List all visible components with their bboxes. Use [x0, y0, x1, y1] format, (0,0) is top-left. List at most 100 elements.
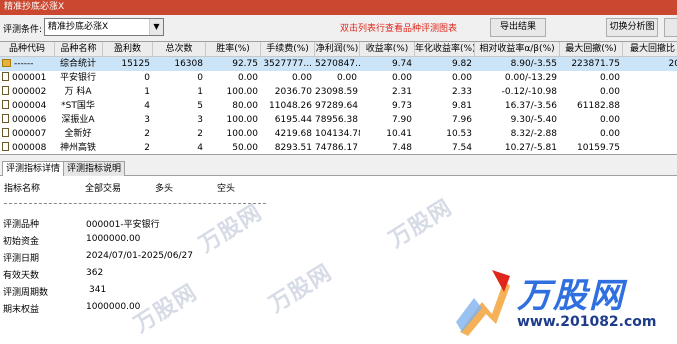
cell-relative: -0.12/-10.98: [501, 87, 557, 97]
cell-annual: 9.82: [451, 59, 472, 69]
cell-win: 1: [144, 87, 150, 97]
cell-net: 74786.17: [315, 143, 358, 153]
window-title: 精准抄底必涨X: [4, 2, 65, 12]
cell-net: 23098.59: [315, 87, 358, 97]
cell-code: 000006: [12, 115, 47, 125]
table-row[interactable]: ------ 综合统计 15125 16308 92.75 3527777...…: [0, 57, 677, 71]
watermark: 万股网: [129, 280, 202, 339]
column-header[interactable]: 相对收益率α/β(%): [475, 42, 560, 57]
column-header[interactable]: 盈利数: [103, 42, 153, 57]
cell-name: 综合统计: [59, 59, 96, 69]
detail-value: 362: [86, 268, 104, 278]
export-button[interactable]: 导出结果: [490, 18, 546, 37]
watermark: 万股网: [264, 260, 337, 319]
detail-value: 000001-平安银行: [86, 220, 160, 230]
cell-win: 0: [144, 73, 150, 83]
cell-code: 000001: [12, 73, 47, 83]
column-header[interactable]: 总次数: [153, 42, 206, 57]
cell-drawdown: 10159.75: [577, 143, 620, 153]
cell-net: 0.00: [336, 73, 357, 83]
column-header[interactable]: 净利润(%): [315, 42, 360, 57]
cell-drawdown-ratio: [623, 141, 677, 154]
table-row[interactable]: 000004 *ST国华 4 5 80.00 11048.26 97289.64…: [0, 99, 677, 113]
detail-label: 有效天数: [3, 271, 40, 281]
tab-detail[interactable]: 评测指标详情: [2, 161, 65, 177]
cell-win: 3: [144, 115, 150, 125]
cell-code: 000002: [12, 87, 47, 97]
column-header[interactable]: 年化收益率(%): [415, 42, 475, 57]
cell-annual: 7.54: [451, 143, 472, 153]
document-icon: [2, 128, 9, 137]
chevron-down-icon[interactable]: ▼: [149, 19, 163, 35]
detail-header-long: 多头: [155, 184, 174, 194]
cell-fee: 0.00: [291, 73, 312, 83]
cell-code: ------: [14, 59, 34, 69]
cell-total: 16308: [174, 59, 203, 69]
cell-fee: 3527777...: [263, 59, 312, 69]
condition-select-value: 精准抄底必涨X: [48, 22, 109, 32]
table-row[interactable]: 000008 神州高铁 2 4 50.00 8293.51 74786.17 7…: [0, 141, 677, 154]
detail-header-all: 全部交易: [85, 184, 122, 194]
detail-label: 评测日期: [3, 254, 40, 264]
cell-total: 5: [197, 101, 203, 111]
watermark: 万股网: [194, 200, 267, 259]
cell-annual: 7.96: [451, 115, 472, 125]
detail-header-short: 空头: [217, 184, 236, 194]
detail-label: 评测品种: [3, 220, 40, 230]
cell-rate: 0.00: [237, 73, 258, 83]
cell-total: 3: [197, 115, 203, 125]
cell-name: *ST国华: [61, 101, 95, 111]
cell-return: 10.41: [386, 129, 412, 139]
column-header[interactable]: 手续费(%): [261, 42, 315, 57]
cell-relative: 10.27/-5.81: [504, 143, 557, 153]
document-icon: [2, 114, 9, 123]
table-row[interactable]: 000007 全新好 2 2 100.00 4219.68 104134.78 …: [0, 127, 677, 141]
switch-chart-button[interactable]: 切换分析图: [606, 18, 658, 37]
table-row[interactable]: 000006 深振业A 3 3 100.00 6195.44 78956.38 …: [0, 113, 677, 127]
cell-rate: 92.75: [232, 59, 258, 69]
condition-select[interactable]: 精准抄底必涨X ▼: [44, 18, 164, 36]
folder-icon: [2, 59, 11, 67]
result-table[interactable]: 品种代码 品种名称 盈利数 总次数 胜率(%) 手续费(%) 净利润(%) 收益…: [0, 41, 677, 155]
cell-drawdown-ratio: [623, 113, 677, 127]
column-header[interactable]: 收益率(%): [360, 42, 415, 57]
cell-return: 9.73: [391, 101, 412, 111]
cell-return: 2.31: [391, 87, 412, 97]
detail-tabs: 评测指标详情 评测指标说明: [0, 159, 677, 177]
cell-relative: 0.00/-13.29: [504, 73, 557, 83]
detail-label: 评测周期数: [3, 288, 49, 298]
cell-relative: 8.32/-2.88: [510, 129, 557, 139]
cell-drawdown-ratio: [623, 99, 677, 113]
cell-annual: 0.00: [451, 73, 472, 83]
column-header[interactable]: 胜率(%): [206, 42, 261, 57]
cell-name: 全新好: [64, 129, 92, 139]
document-icon: [2, 142, 9, 151]
cell-total: 4: [197, 143, 203, 153]
cell-fee: 2036.70: [274, 87, 312, 97]
detail-header-metric: 指标名称: [4, 184, 41, 194]
watermark: 万股网: [384, 195, 457, 254]
cell-relative: 9.30/-5.40: [510, 115, 557, 125]
cell-win: 15125: [121, 59, 150, 69]
column-header[interactable]: 品种名称: [55, 42, 103, 57]
column-header[interactable]: 最大回撤比: [623, 42, 677, 57]
cell-win: 4: [144, 101, 150, 111]
cell-return: 7.90: [391, 115, 412, 125]
cell-name: 深振业A: [61, 115, 95, 125]
document-icon: [2, 100, 9, 109]
document-icon: [2, 72, 9, 81]
cell-drawdown-ratio: [623, 85, 677, 99]
cell-drawdown-ratio: [623, 71, 677, 85]
detail-value: 2024/07/01-2025/06/27: [86, 251, 193, 261]
extra-button[interactable]: [664, 18, 677, 37]
cell-net: 78956.38: [315, 115, 358, 125]
table-row[interactable]: 000002 万 科A 1 1 100.00 2036.70 23098.59 …: [0, 85, 677, 99]
cell-net: 5270847...: [315, 59, 360, 69]
column-header[interactable]: 最大回撤(%): [560, 42, 623, 57]
tab-explain[interactable]: 评测指标说明: [63, 161, 126, 176]
table-row[interactable]: 000001 平安银行 0 0 0.00 0.00 0.00 0.00 0.00…: [0, 71, 677, 85]
cell-drawdown: 0.00: [599, 129, 620, 139]
cell-fee: 8293.51: [274, 143, 312, 153]
document-icon: [2, 86, 9, 95]
column-header[interactable]: 品种代码: [0, 42, 55, 57]
